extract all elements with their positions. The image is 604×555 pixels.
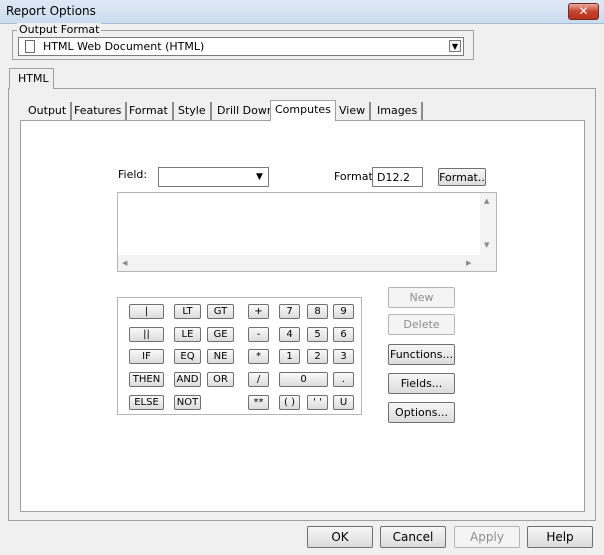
- key-divide[interactable]: /: [248, 372, 269, 387]
- key-concat[interactable]: |: [129, 304, 164, 319]
- key-4[interactable]: 4: [279, 327, 300, 342]
- key-ne[interactable]: NE: [207, 349, 234, 364]
- apply-button[interactable]: Apply: [454, 526, 520, 548]
- key-7[interactable]: 7: [279, 304, 300, 319]
- key-u[interactable]: U: [333, 395, 354, 410]
- key-and[interactable]: AND: [174, 372, 201, 387]
- key-decimal[interactable]: .: [333, 372, 354, 387]
- key-3[interactable]: 3: [333, 349, 354, 364]
- options-button[interactable]: Options...: [388, 402, 455, 423]
- cancel-button[interactable]: Cancel: [380, 526, 446, 548]
- output-format-value: HTML Web Document (HTML): [43, 40, 205, 53]
- key-quotes[interactable]: ' ': [307, 395, 328, 410]
- format-label: Format:: [334, 170, 377, 183]
- chevron-down-icon[interactable]: ▼: [256, 172, 263, 182]
- tab-html[interactable]: HTML: [9, 68, 54, 89]
- key-if[interactable]: IF: [129, 349, 164, 364]
- tab-features[interactable]: Features: [70, 102, 128, 120]
- close-button[interactable]: ✕: [568, 3, 599, 20]
- tab-output[interactable]: Output: [24, 102, 73, 120]
- functions-button[interactable]: Functions...: [388, 344, 455, 365]
- field-select[interactable]: ▼: [158, 167, 269, 187]
- output-format-legend: Output Format: [17, 23, 102, 36]
- chevron-down-icon[interactable]: ▼: [449, 40, 461, 52]
- tab-images[interactable]: Images: [373, 102, 424, 120]
- document-icon: [25, 40, 35, 53]
- format-value: D12.2: [377, 171, 410, 184]
- key-plus[interactable]: +: [248, 304, 269, 319]
- key-6[interactable]: 6: [333, 327, 354, 342]
- key-lt[interactable]: LT: [174, 304, 201, 319]
- expression-textarea[interactable]: ▲ ▼ ◀ ▶: [117, 192, 497, 272]
- key-parentheses[interactable]: ( ): [279, 395, 300, 410]
- key-else[interactable]: ELSE: [129, 395, 164, 410]
- key-not[interactable]: NOT: [174, 395, 201, 410]
- key-9[interactable]: 9: [333, 304, 354, 319]
- scroll-up-icon[interactable]: ▲: [484, 197, 489, 205]
- format-button[interactable]: Format..: [438, 168, 486, 186]
- close-icon: ✕: [578, 4, 589, 18]
- window-title: Report Options: [6, 4, 96, 18]
- fields-button[interactable]: Fields...: [388, 373, 455, 394]
- key-minus[interactable]: -: [248, 327, 269, 342]
- key-5[interactable]: 5: [307, 327, 328, 342]
- help-button[interactable]: Help: [527, 526, 593, 548]
- ok-button[interactable]: OK: [307, 526, 373, 548]
- key-gt[interactable]: GT: [207, 304, 234, 319]
- key-2[interactable]: 2: [307, 349, 328, 364]
- key-8[interactable]: 8: [307, 304, 328, 319]
- scroll-right-icon[interactable]: ▶: [466, 259, 471, 267]
- output-format-select[interactable]: HTML Web Document (HTML) ▼: [18, 37, 464, 56]
- vertical-scrollbar[interactable]: ▲ ▼: [480, 193, 496, 255]
- tab-html-label: HTML: [18, 72, 49, 85]
- key-eq[interactable]: EQ: [174, 349, 201, 364]
- tab-format[interactable]: Format: [125, 102, 174, 120]
- key-or[interactable]: OR: [207, 372, 234, 387]
- tab-view[interactable]: View: [335, 102, 372, 120]
- key-ge[interactable]: GE: [207, 327, 234, 342]
- tab-computes[interactable]: Computes: [270, 100, 336, 121]
- key-1[interactable]: 1: [279, 349, 300, 364]
- format-field[interactable]: D12.2: [372, 167, 423, 187]
- key-le[interactable]: LE: [174, 327, 201, 342]
- scroll-down-icon[interactable]: ▼: [484, 241, 489, 249]
- new-button[interactable]: New: [388, 287, 455, 308]
- delete-button[interactable]: Delete: [388, 314, 455, 335]
- key-then[interactable]: THEN: [129, 372, 164, 387]
- title-bar: Report Options ✕: [0, 0, 604, 24]
- key-power[interactable]: **: [248, 395, 269, 410]
- horizontal-scrollbar[interactable]: ◀ ▶: [118, 255, 496, 271]
- field-label: Field:: [118, 168, 148, 181]
- key-multiply[interactable]: *: [248, 349, 269, 364]
- key-strong-concat[interactable]: ||: [129, 327, 164, 342]
- key-0[interactable]: 0: [279, 372, 328, 387]
- tab-style[interactable]: Style: [174, 102, 212, 120]
- scroll-left-icon[interactable]: ◀: [122, 259, 127, 267]
